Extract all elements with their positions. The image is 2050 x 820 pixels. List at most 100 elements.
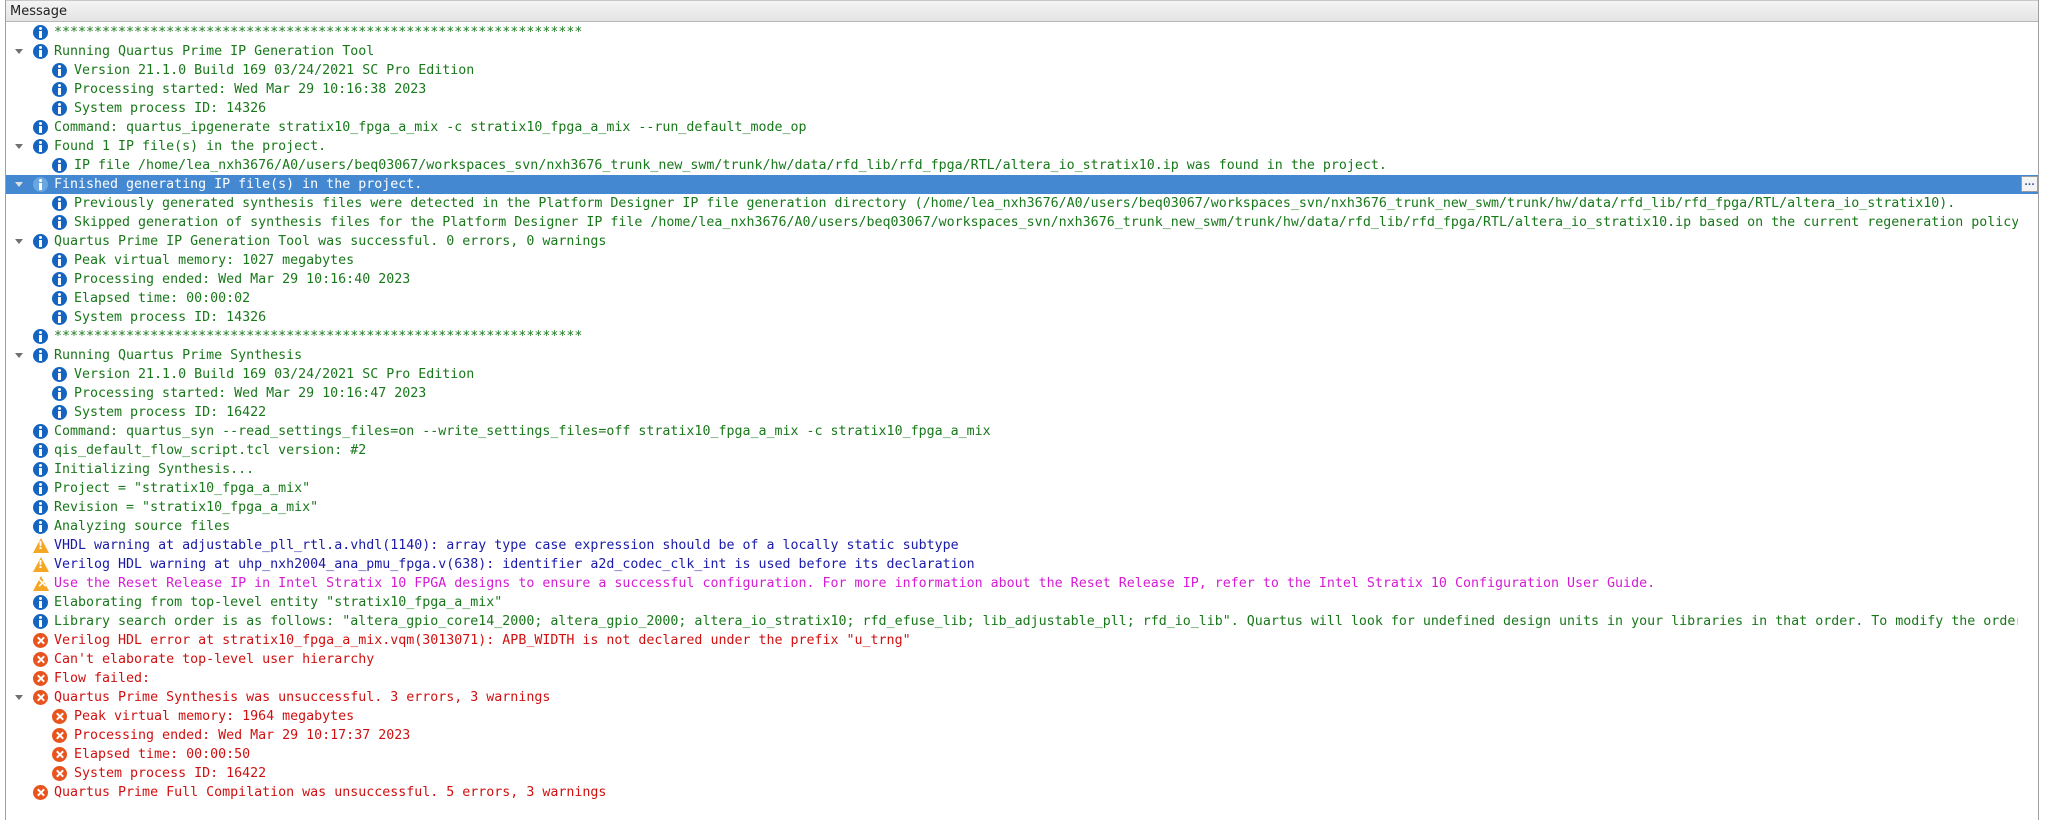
message-row[interactable]: Initializing Synthesis... bbox=[6, 460, 2038, 479]
message-row[interactable]: Version 21.1.0 Build 169 03/24/2021 SC P… bbox=[6, 365, 2038, 384]
message-text: Verilog HDL error at stratix10_fpga_a_mi… bbox=[54, 633, 911, 648]
info-icon bbox=[33, 443, 48, 458]
message-row[interactable]: System process ID: 16422 bbox=[6, 764, 2038, 783]
message-text: Command: quartus_syn --read_settings_fil… bbox=[54, 424, 991, 439]
error-icon bbox=[52, 766, 67, 781]
message-row[interactable]: Processing started: Wed Mar 29 10:16:38 … bbox=[6, 80, 2038, 99]
expand-arrow-icon[interactable] bbox=[15, 144, 23, 149]
info-icon bbox=[52, 386, 67, 401]
message-row[interactable]: IP file /home/lea_nxh3676/A0/users/beq03… bbox=[6, 156, 2038, 175]
message-row[interactable]: Verilog HDL warning at uhp_nxh2004_ana_p… bbox=[6, 555, 2038, 574]
message-row[interactable]: Quartus Prime Synthesis was unsuccessful… bbox=[6, 688, 2038, 707]
column-header-label: Message bbox=[10, 4, 67, 19]
message-row[interactable]: Previously generated synthesis files wer… bbox=[6, 194, 2038, 213]
message-text: Finished generating IP file(s) in the pr… bbox=[54, 177, 423, 192]
message-text: Skipped generation of synthesis files fo… bbox=[74, 215, 2018, 230]
info-icon bbox=[33, 177, 48, 192]
message-text: Quartus Prime Synthesis was unsuccessful… bbox=[54, 690, 551, 705]
info-icon bbox=[52, 253, 67, 268]
message-text: Quartus Prime Full Compilation was unsuc… bbox=[54, 785, 607, 800]
message-text: System process ID: 14326 bbox=[74, 310, 267, 325]
message-row[interactable]: Command: quartus_ipgenerate stratix10_fp… bbox=[6, 118, 2038, 137]
message-text: System process ID: 16422 bbox=[74, 766, 267, 781]
message-text: Processing ended: Wed Mar 29 10:16:40 20… bbox=[74, 272, 411, 287]
warning-icon bbox=[33, 557, 49, 572]
message-row[interactable]: Project = "stratix10_fpga_a_mix" bbox=[6, 479, 2038, 498]
message-row[interactable]: Elapsed time: 00:00:50 bbox=[6, 745, 2038, 764]
expand-arrow-icon[interactable] bbox=[15, 49, 23, 54]
messages-panel: Message ********************************… bbox=[5, 0, 2039, 820]
expand-arrow-icon[interactable] bbox=[15, 239, 23, 244]
message-row[interactable]: Running Quartus Prime Synthesis bbox=[6, 346, 2038, 365]
message-row[interactable]: Found 1 IP file(s) in the project. bbox=[6, 137, 2038, 156]
info-icon bbox=[52, 215, 67, 230]
expand-arrow-icon[interactable] bbox=[15, 353, 23, 358]
message-row[interactable]: Elapsed time: 00:00:02 bbox=[6, 289, 2038, 308]
message-text: Running Quartus Prime IP Generation Tool bbox=[54, 44, 375, 59]
message-text: Analyzing source files bbox=[54, 519, 231, 534]
message-text: System process ID: 16422 bbox=[74, 405, 267, 420]
message-row[interactable]: System process ID: 16422 bbox=[6, 403, 2038, 422]
message-text: Elaborating from top-level entity "strat… bbox=[54, 595, 503, 610]
info-icon bbox=[33, 519, 48, 534]
message-row[interactable]: Analyzing source files bbox=[6, 517, 2038, 536]
message-row[interactable]: Processing ended: Wed Mar 29 10:17:37 20… bbox=[6, 726, 2038, 745]
message-text: Peak virtual memory: 1027 megabytes bbox=[74, 253, 355, 268]
message-row[interactable]: Processing ended: Wed Mar 29 10:16:40 20… bbox=[6, 270, 2038, 289]
message-row[interactable]: Processing started: Wed Mar 29 10:16:47 … bbox=[6, 384, 2038, 403]
info-icon bbox=[33, 234, 48, 249]
message-row[interactable]: Library search order is as follows: "alt… bbox=[6, 612, 2038, 631]
info-icon bbox=[33, 348, 48, 363]
message-row[interactable]: Quartus Prime IP Generation Tool was suc… bbox=[6, 232, 2038, 251]
info-icon bbox=[33, 139, 48, 154]
message-row[interactable]: Running Quartus Prime IP Generation Tool bbox=[6, 42, 2038, 61]
message-row[interactable]: Quartus Prime Full Compilation was unsuc… bbox=[6, 783, 2038, 802]
info-icon bbox=[52, 101, 67, 116]
more-details-button[interactable]: ... bbox=[2021, 176, 2038, 192]
message-row[interactable]: Use the Reset Release IP in Intel Strati… bbox=[6, 574, 2038, 593]
error-icon bbox=[52, 709, 67, 724]
message-text: Quartus Prime IP Generation Tool was suc… bbox=[54, 234, 607, 249]
error-icon bbox=[33, 671, 48, 686]
message-row[interactable]: Skipped generation of synthesis files fo… bbox=[6, 213, 2038, 232]
error-icon bbox=[33, 690, 48, 705]
message-row[interactable]: Command: quartus_syn --read_settings_fil… bbox=[6, 422, 2038, 441]
message-row[interactable]: ****************************************… bbox=[6, 23, 2038, 42]
message-row[interactable]: ****************************************… bbox=[6, 327, 2038, 346]
info-icon bbox=[52, 310, 67, 325]
info-icon bbox=[33, 595, 48, 610]
info-icon bbox=[33, 481, 48, 496]
message-row[interactable]: qis_default_flow_script.tcl version: #2 bbox=[6, 441, 2038, 460]
message-text: Initializing Synthesis... bbox=[54, 462, 255, 477]
expand-arrow-icon[interactable] bbox=[15, 182, 23, 187]
message-row[interactable]: System process ID: 14326 bbox=[6, 308, 2038, 327]
message-text: Revision = "stratix10_fpga_a_mix" bbox=[54, 500, 319, 515]
message-text: Found 1 IP file(s) in the project. bbox=[54, 139, 327, 154]
expand-arrow-icon[interactable] bbox=[15, 695, 23, 700]
message-text: Command: quartus_ipgenerate stratix10_fp… bbox=[54, 120, 807, 135]
message-row[interactable]: Elaborating from top-level entity "strat… bbox=[6, 593, 2038, 612]
error-icon bbox=[52, 747, 67, 762]
message-row[interactable]: Peak virtual memory: 1964 megabytes bbox=[6, 707, 2038, 726]
message-text: ****************************************… bbox=[54, 329, 583, 344]
message-row-selected[interactable]: Finished generating IP file(s) in the pr… bbox=[6, 175, 2038, 194]
info-icon bbox=[52, 367, 67, 382]
message-row[interactable]: VHDL warning at adjustable_pll_rtl.a.vhd… bbox=[6, 536, 2038, 555]
message-row[interactable]: Flow failed: bbox=[6, 669, 2038, 688]
message-text: Processing ended: Wed Mar 29 10:17:37 20… bbox=[74, 728, 411, 743]
message-text: Elapsed time: 00:00:02 bbox=[74, 291, 251, 306]
message-row[interactable]: Peak virtual memory: 1027 megabytes bbox=[6, 251, 2038, 270]
message-row[interactable]: Verilog HDL error at stratix10_fpga_a_mi… bbox=[6, 631, 2038, 650]
message-row[interactable]: Can't elaborate top-level user hierarchy bbox=[6, 650, 2038, 669]
info-icon bbox=[52, 196, 67, 211]
info-icon bbox=[33, 120, 48, 135]
info-icon bbox=[33, 25, 48, 40]
message-list: ****************************************… bbox=[6, 23, 2038, 802]
column-header-message[interactable]: Message bbox=[6, 0, 2038, 22]
message-text: Library search order is as follows: "alt… bbox=[54, 614, 2018, 629]
info-icon bbox=[33, 329, 48, 344]
message-text: IP file /home/lea_nxh3676/A0/users/beq03… bbox=[74, 158, 1387, 173]
message-row[interactable]: Version 21.1.0 Build 169 03/24/2021 SC P… bbox=[6, 61, 2038, 80]
message-row[interactable]: Revision = "stratix10_fpga_a_mix" bbox=[6, 498, 2038, 517]
message-row[interactable]: System process ID: 14326 bbox=[6, 99, 2038, 118]
